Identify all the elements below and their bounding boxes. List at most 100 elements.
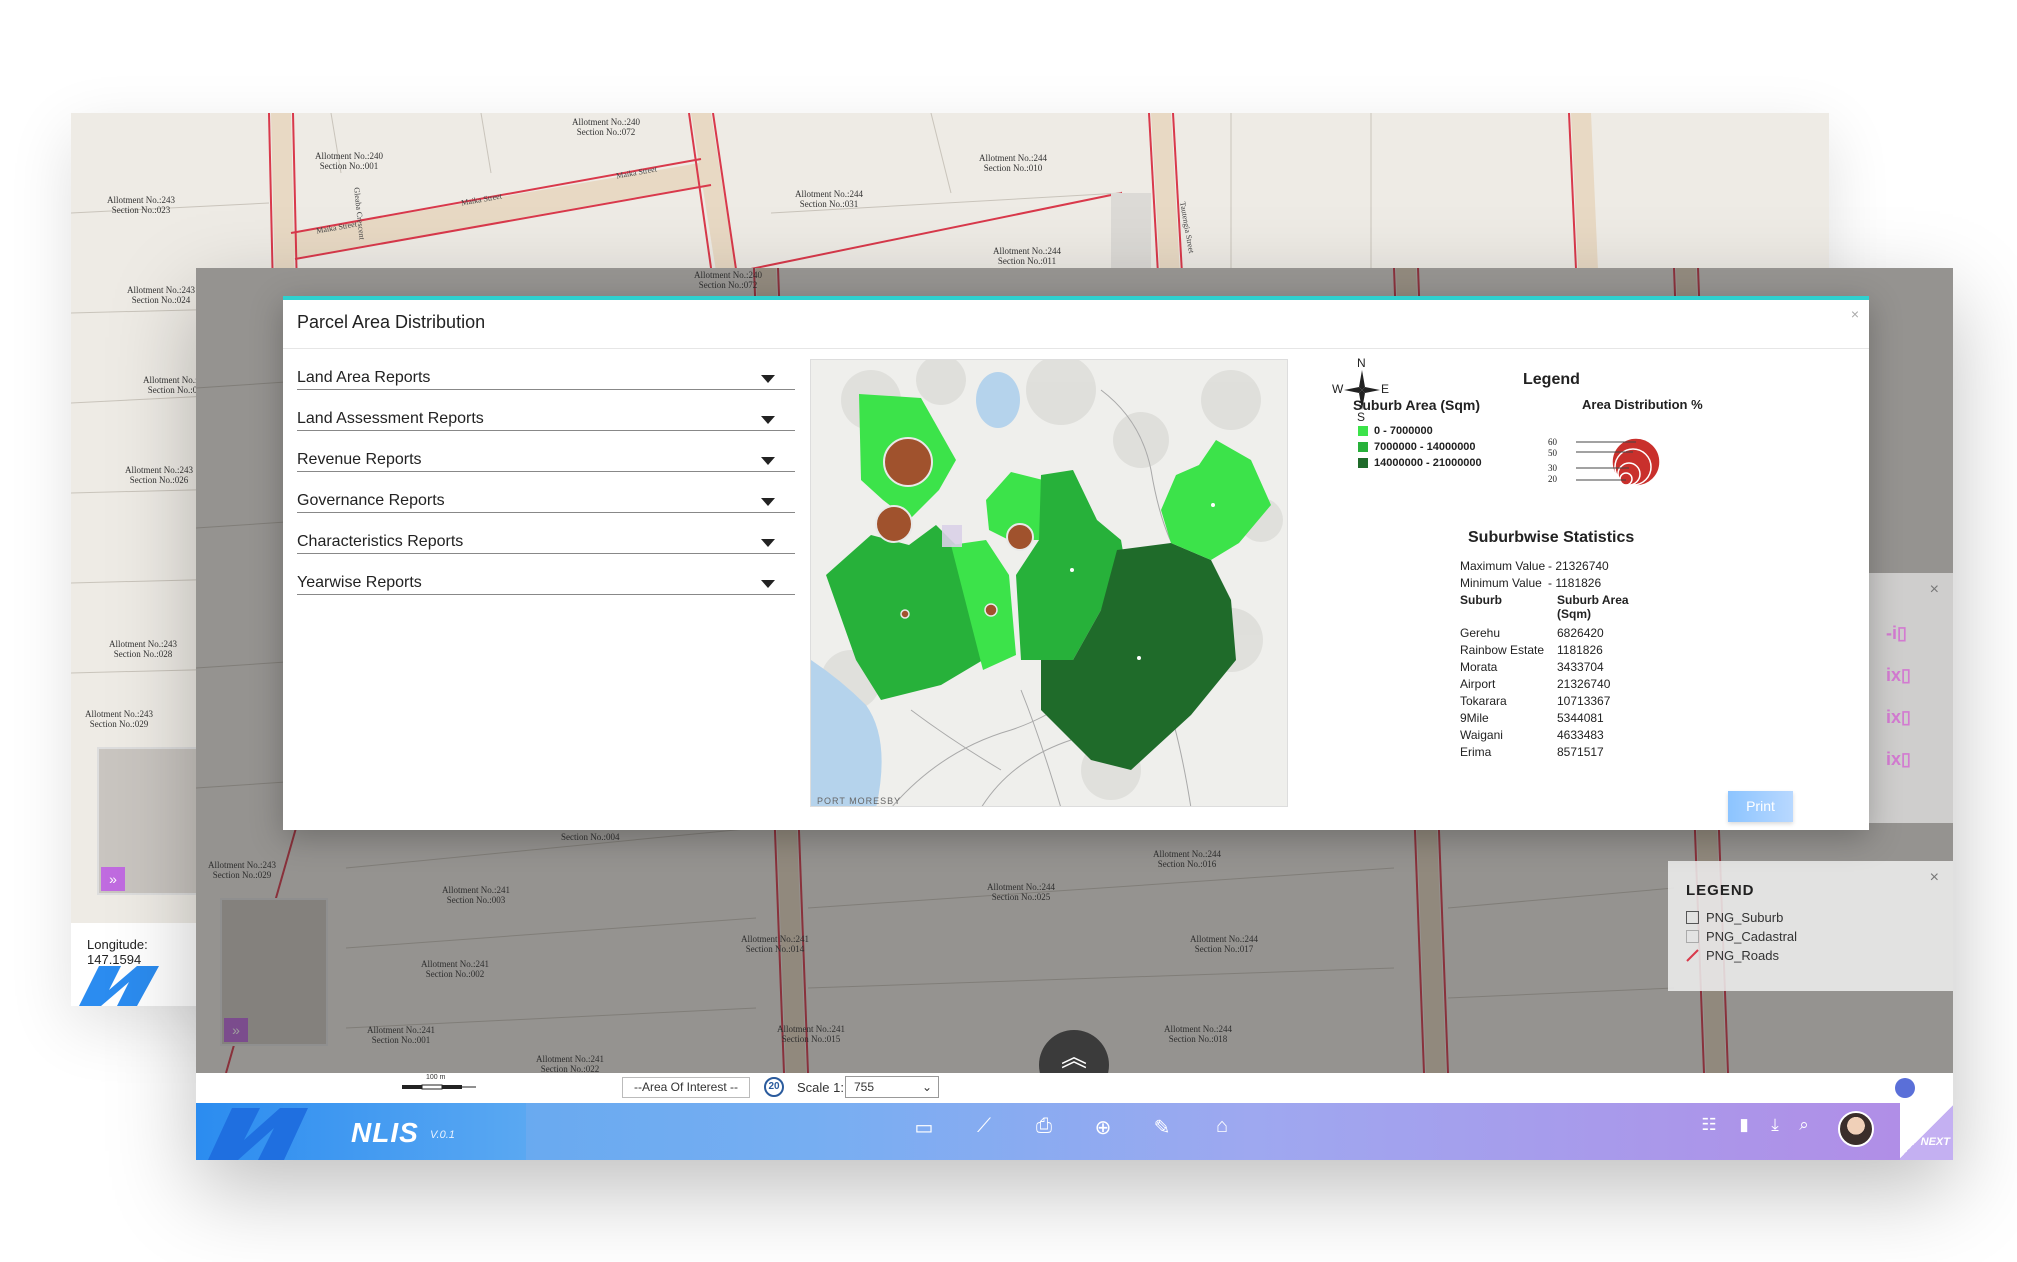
road-line-icon [1686,949,1699,962]
print-button[interactable]: Print [1728,791,1793,822]
accordion-land-assessment-reports[interactable]: Land Assessment Reports [297,390,795,431]
measure-area-icon[interactable]: ix▯ [1886,707,1911,728]
close-icon[interactable]: × [1851,306,1859,322]
parcel-label: Allotment No.:240 Section No.:001 [315,151,383,171]
suburb-area: 6826420 [1557,626,1604,640]
version-label: V.0.1 [430,1129,455,1141]
suburb-area: 5344081 [1557,711,1604,725]
zoom-search-icon[interactable]: ⊕ [1087,1115,1119,1140]
suburb-area-class: 14000000 - 21000000 [1358,457,1482,469]
scale-bar-label: 100 m [426,1074,446,1081]
scale-select[interactable]: 755 ⌄ [845,1076,939,1098]
area-of-interest-select[interactable]: --Area Of Interest -- [622,1077,750,1098]
main-map[interactable]: Allotment No.:240 Section No.:072 Section… [196,268,1953,1073]
caret-down-icon [761,539,775,547]
suburb-name: Tokarara [1460,694,1507,708]
suburb-name: Gerehu [1460,626,1501,640]
search-icon[interactable]: ⌕ [1788,1115,1820,1135]
brand-name: NLIS [351,1117,419,1148]
measure-line-icon[interactable]: -i▯ [1886,623,1907,644]
settings-gear-icon[interactable] [1895,1078,1915,1098]
nlis-logo-icon [208,1108,308,1160]
accordion-land-area-reports[interactable]: Land Area Reports [297,349,795,390]
pencil-icon[interactable]: ✎ [1146,1115,1178,1140]
area-distribution-symbol: 60 50 30 20 [1548,430,1668,499]
building-icon[interactable]: ⌂ [1206,1115,1238,1138]
accordion-characteristics-reports[interactable]: Characteristics Reports [297,513,795,554]
accordion-label: Governance Reports [297,492,445,509]
parcel-area-modal: Parcel Area Distribution × Land Area Rep… [283,296,1869,830]
legend-item-label: PNG_Cadastral [1706,929,1798,944]
caret-down-icon [761,416,775,424]
min-label: Minimum Value [1460,576,1542,590]
class-label: 14000000 - 21000000 [1374,457,1482,469]
centroid-dot [1137,656,1141,660]
area-symbol[interactable] [883,437,933,487]
measure-area-icon[interactable]: ix▯ [1886,665,1911,686]
legend-panel-title: LEGEND [1686,882,1755,899]
parcel-label: Allotment No.:243 Section No.:026 [125,465,193,485]
suburb-area-class: 0 - 7000000 [1358,425,1433,437]
suburb-swatch-icon [1686,911,1699,924]
overview-minimap[interactable]: » [97,747,201,895]
parcel-label: Allotment No.:244 Section No.:010 [979,153,1047,173]
caret-down-icon [761,580,775,588]
close-icon[interactable]: × [1930,869,1939,887]
close-icon[interactable]: × [1930,581,1939,599]
download-icon[interactable]: ⤓ [1759,1115,1791,1135]
min-value: - 1181826 [1548,576,1602,590]
tick-label: 60 [1548,437,1557,447]
accordion-label: Land Area Reports [297,369,431,386]
suburbwise-statistics-title: Suburbwise Statistics [1468,529,1635,546]
caret-down-icon [761,498,775,506]
accordion-revenue-reports[interactable]: Revenue Reports [297,431,795,472]
parcel-label: Allotment No.:244 Section No.:011 [993,246,1061,266]
legend-item-roads[interactable]: PNG_Roads [1686,948,1779,963]
bookmark-icon[interactable]: ▮ [1728,1115,1760,1135]
ruler-icon[interactable]: ⟋ [968,1115,1000,1138]
class-swatch [1358,426,1368,436]
suburb-column-header: Suburb [1460,593,1502,607]
centroid-dot [1070,568,1074,572]
suburb-area-legend-title: Suburb Area (Sqm) [1353,397,1481,413]
expand-minimap-button[interactable]: » [101,867,125,891]
parcel-label: Allotment No.:240 Section No.:072 [572,117,640,137]
id-card-icon[interactable]: ▭ [908,1115,940,1140]
next-page-corner[interactable]: NEXT [1900,1103,1953,1160]
scale-label: Scale 1: [797,1080,844,1095]
area-symbol[interactable] [984,603,998,617]
suburb-area: 8571517 [1557,745,1604,759]
suburb-name: Waigani [1460,728,1503,742]
parcel-label: Allotment No.:243 Section No.:029 [85,709,153,729]
scale-bar [402,1084,476,1090]
area-symbol[interactable] [875,505,913,543]
area-symbol[interactable] [900,609,910,619]
legend-item-cadastral[interactable]: PNG_Cadastral [1686,929,1797,944]
measure-tool-panel: × -i▯ ix▯ ix▯ ix▯ [1868,573,1953,823]
max-label: Maximum Value [1460,559,1546,573]
user-avatar[interactable] [1838,1111,1874,1147]
tick-label: 50 [1548,448,1557,458]
accordion-governance-reports[interactable]: Governance Reports [297,472,795,513]
coordinate-readout: Longitude: 147.1594 [71,923,197,1006]
suburb-name: Erima [1460,745,1492,759]
tick-label: 20 [1548,474,1557,484]
parcel-label: Allotment No.:243 Section No.:024 [127,285,195,305]
report-icon[interactable]: ☷ [1693,1115,1725,1135]
accordion-yearwise-reports[interactable]: Yearwise Reports [297,554,795,595]
suburb-name: 9Mile [1460,711,1489,725]
legend-item-suburb[interactable]: PNG_Suburb [1686,910,1783,925]
legend-item-label: PNG_Suburb [1706,910,1784,925]
class-label: 7000000 - 14000000 [1374,441,1476,453]
caret-down-icon [761,375,775,383]
area-symbol[interactable] [1006,523,1034,551]
layer-legend-panel: × LEGEND PNG_Suburb PNG_Cadastral PNG_Ro… [1668,861,1953,991]
zoom-level-icon[interactable]: 20 [764,1077,784,1097]
next-label: NEXT [1920,1136,1950,1148]
chevron-down-icon: ⌄ [921,1080,932,1094]
area-distribution-title: Area Distribution % [1582,397,1703,412]
measure-clear-icon[interactable]: ix▯ [1886,749,1911,770]
suburb-name: Rainbow Estate [1460,643,1545,657]
print-icon[interactable]: ⎙ [1028,1115,1060,1138]
suburb-choropleth-map[interactable]: PORT MORESBY [810,359,1288,807]
